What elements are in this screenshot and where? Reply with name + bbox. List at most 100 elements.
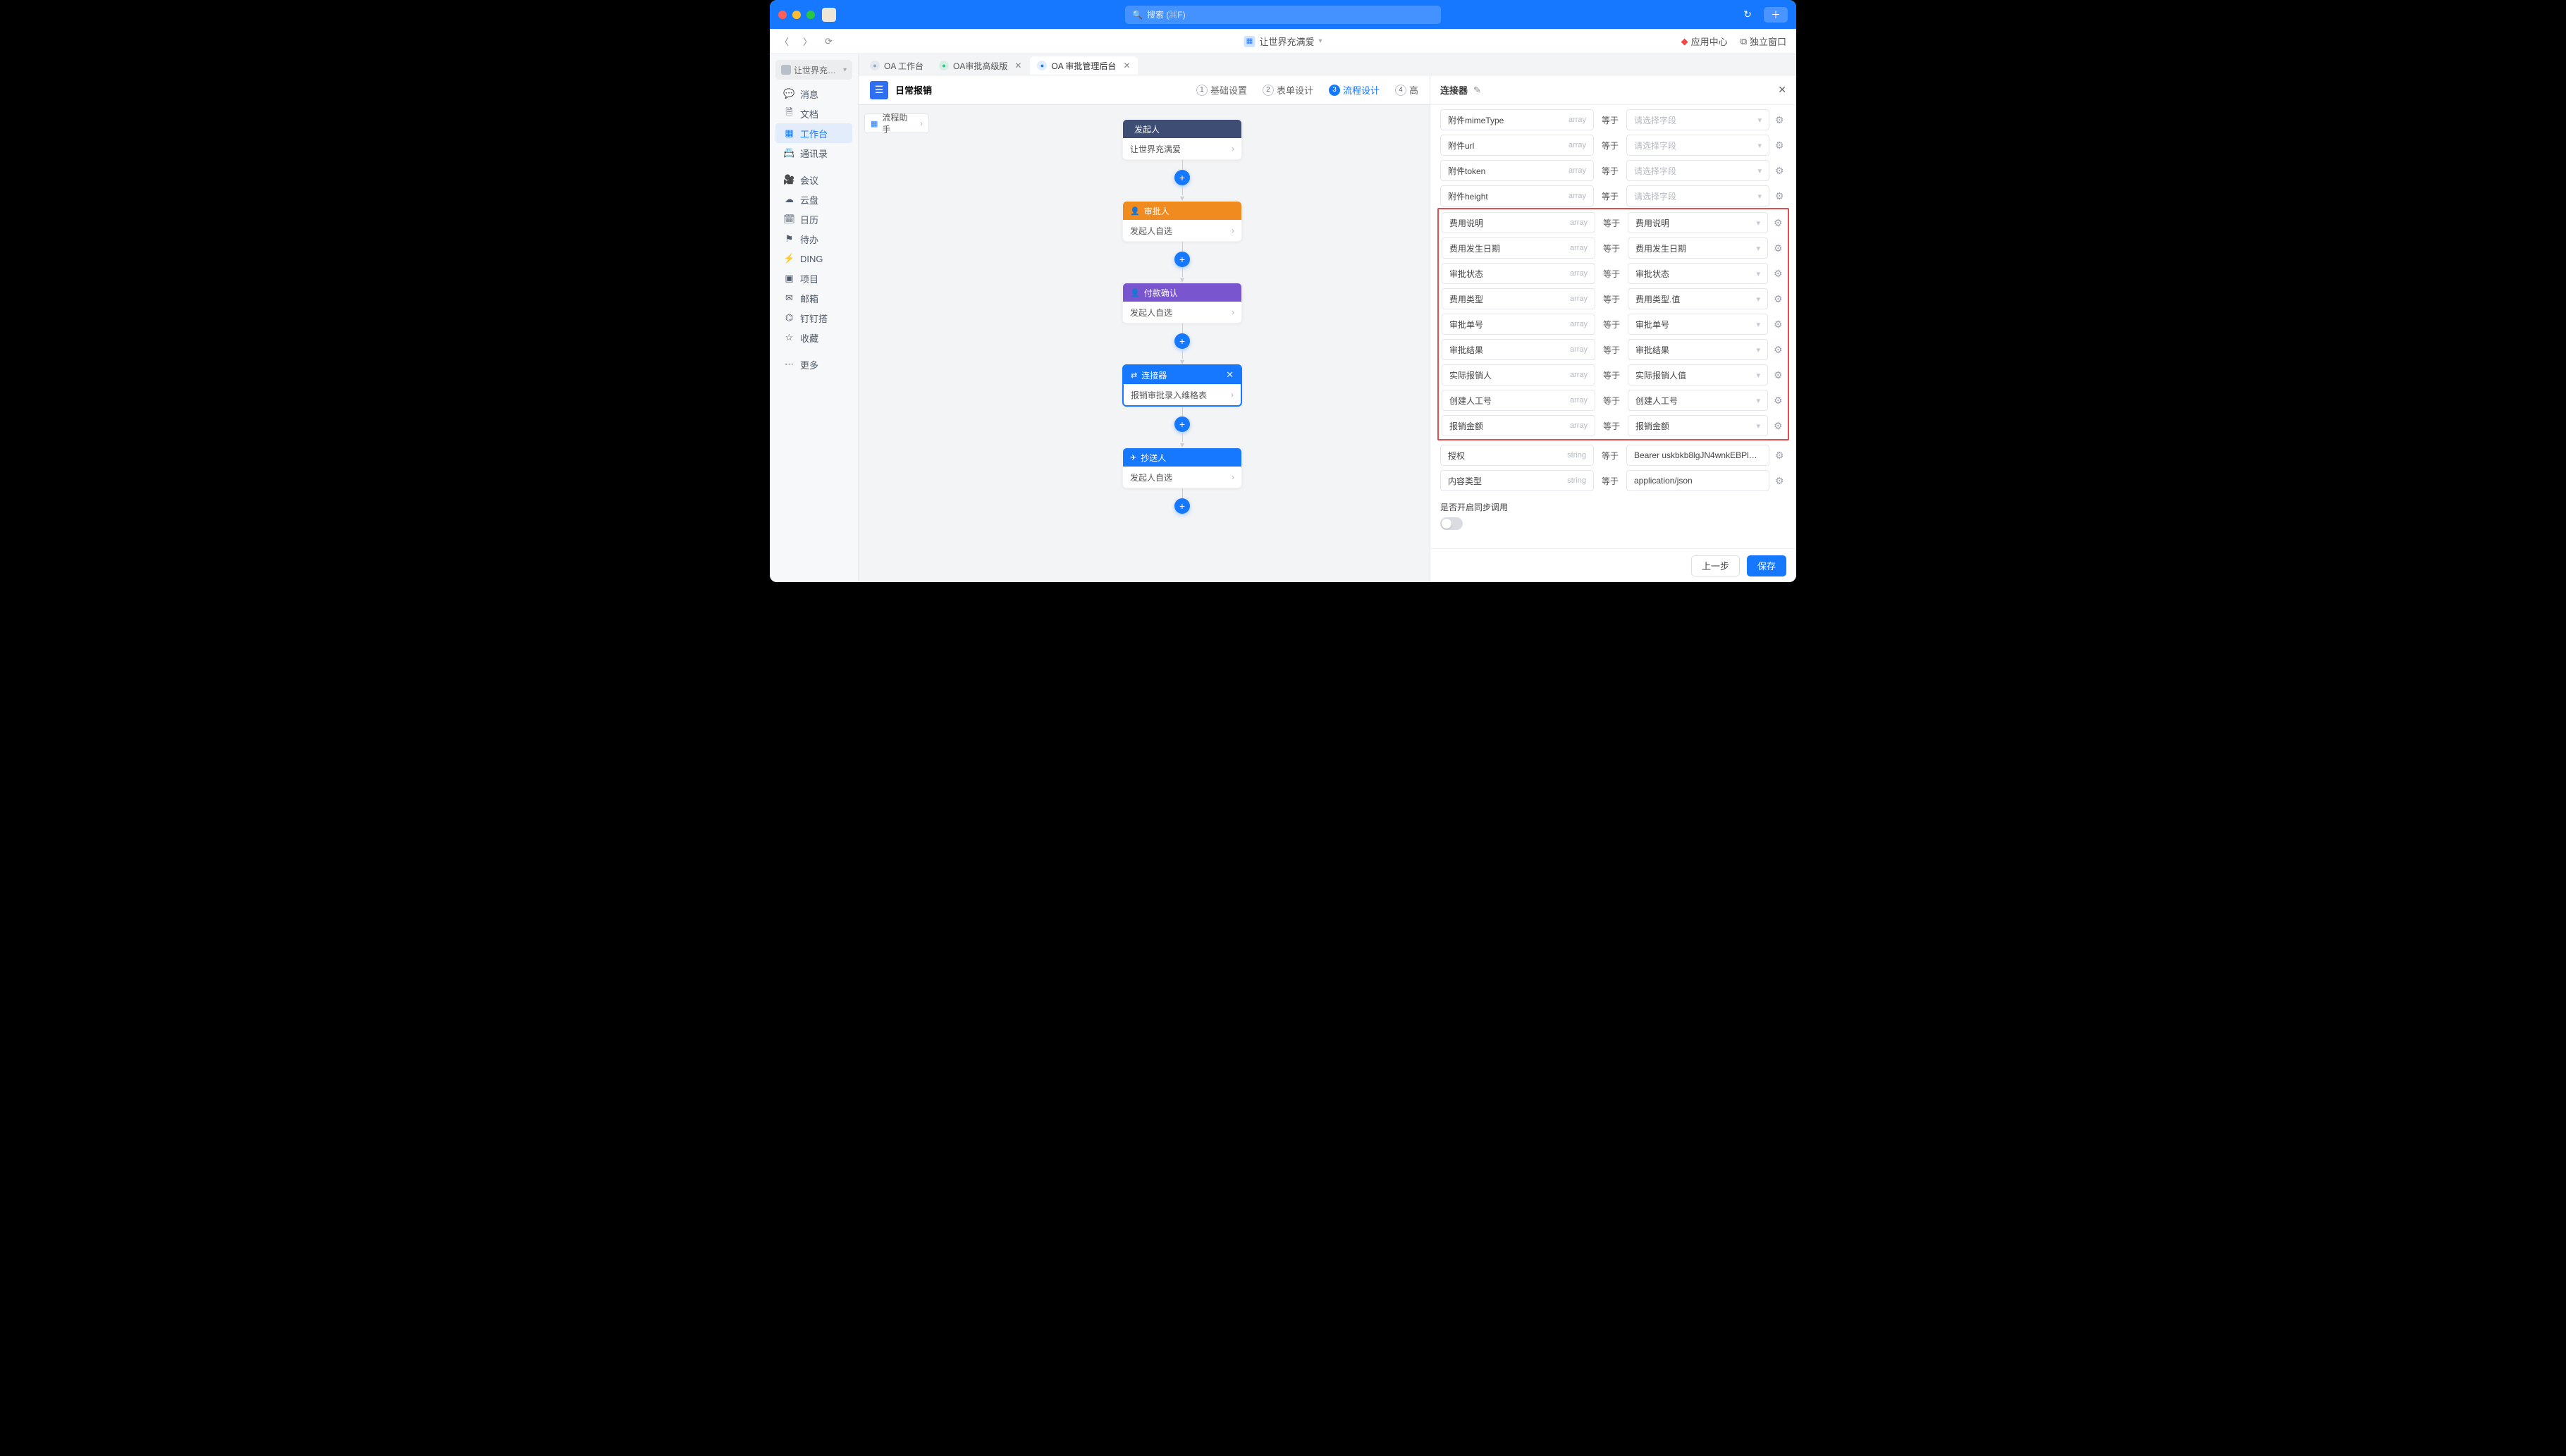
flow-helper-button[interactable]: ▦ 流程助手 › — [864, 113, 929, 133]
gear-icon[interactable]: ⚙ — [1775, 140, 1786, 152]
param-value-select[interactable]: 报销金额 ▾ — [1628, 415, 1768, 436]
param-name-field[interactable]: 授权 string — [1440, 445, 1594, 466]
param-value-select[interactable]: 审批状态 ▾ — [1628, 263, 1768, 284]
param-name-field[interactable]: 附件mimeType array — [1440, 109, 1594, 130]
wizard-step-1[interactable]: 2表单设计 — [1263, 83, 1313, 97]
sidebar-item-12[interactable]: ☆收藏 — [775, 328, 852, 347]
add-node-button[interactable]: + — [1174, 170, 1190, 185]
tab-0[interactable]: ●OA 工作台 — [863, 56, 931, 75]
param-name-field[interactable]: 附件token array — [1440, 160, 1594, 181]
save-button[interactable]: 保存 — [1747, 555, 1786, 576]
param-value-select[interactable]: 创建人工号 ▾ — [1628, 390, 1768, 411]
sync-toggle[interactable] — [1440, 517, 1463, 530]
gear-icon[interactable]: ⚙ — [1774, 217, 1785, 229]
sidebar-item-8[interactable]: ⚡DING — [775, 249, 852, 269]
param-value-select[interactable]: 请选择字段 ▾ — [1626, 109, 1769, 130]
org-selector[interactable]: 让世界充满爱 ▾ — [775, 60, 852, 80]
param-name-field[interactable]: 附件url array — [1440, 135, 1594, 156]
tab-1[interactable]: ●OA审批高级版✕ — [932, 56, 1029, 75]
gear-icon[interactable]: ⚙ — [1774, 242, 1785, 254]
node-close-icon[interactable]: ✕ — [1226, 369, 1234, 381]
param-value-select[interactable]: 请选择字段 ▾ — [1626, 160, 1769, 181]
gear-icon[interactable]: ⚙ — [1774, 319, 1785, 331]
sidebar-item-5[interactable]: ☁云盘 — [775, 190, 852, 209]
add-node-button[interactable]: + — [1174, 333, 1190, 349]
gear-icon[interactable]: ⚙ — [1775, 165, 1786, 177]
gear-icon[interactable]: ⚙ — [1774, 293, 1785, 305]
gear-icon[interactable]: ⚙ — [1774, 344, 1785, 356]
param-value-select[interactable]: 审批单号 ▾ — [1628, 314, 1768, 335]
param-name-field[interactable]: 实际报销人 array — [1442, 364, 1595, 385]
popout-link[interactable]: ⧉ 独立窗口 — [1741, 35, 1786, 48]
sidebar-item-7[interactable]: ⚑待办 — [775, 229, 852, 249]
param-value-select[interactable]: 实际报销人值 ▾ — [1628, 364, 1768, 385]
close-window-button[interactable] — [778, 11, 787, 19]
tab-close-icon[interactable]: ✕ — [1012, 61, 1021, 70]
param-value-select[interactable]: 审批结果 ▾ — [1628, 339, 1768, 360]
sidebar-item-icon: ☁ — [784, 194, 794, 205]
wizard-step-2[interactable]: 3流程设计 — [1329, 83, 1380, 97]
close-panel-button[interactable]: ✕ — [1778, 84, 1786, 96]
flow-node-3[interactable]: ⇄ 连接器 ✕ 报销审批录入维格表 › — [1122, 364, 1242, 407]
nav-back-button[interactable]: 〈 — [780, 35, 789, 48]
sidebar-item-2[interactable]: ▦工作台 — [775, 123, 852, 143]
gear-icon[interactable]: ⚙ — [1775, 450, 1786, 462]
add-node-button[interactable]: + — [1174, 498, 1190, 514]
gear-icon[interactable]: ⚙ — [1775, 114, 1786, 126]
param-value-select[interactable]: 费用发生日期 ▾ — [1628, 237, 1768, 259]
sidebar-item-10[interactable]: ✉邮箱 — [775, 288, 852, 308]
sidebar-item-4[interactable]: 🎥会议 — [775, 170, 852, 190]
param-value-select[interactable]: 费用类型.值 ▾ — [1628, 288, 1768, 309]
tab-close-icon[interactable]: ✕ — [1120, 61, 1130, 70]
page-title-dropdown-icon[interactable]: ▾ — [1318, 37, 1322, 45]
param-value-select[interactable]: 请选择字段 ▾ — [1626, 135, 1769, 156]
sidebar-item-13[interactable]: ⋯更多 — [775, 354, 852, 374]
add-node-button[interactable]: + — [1174, 417, 1190, 432]
param-name-field[interactable]: 审批状态 array — [1442, 263, 1595, 284]
param-name-field[interactable]: 审批单号 array — [1442, 314, 1595, 335]
maximize-window-button[interactable] — [806, 11, 815, 19]
gear-icon[interactable]: ⚙ — [1774, 420, 1785, 432]
param-value-select[interactable]: application/json — [1626, 470, 1769, 491]
edit-icon[interactable]: ✎ — [1473, 85, 1481, 96]
gear-icon[interactable]: ⚙ — [1774, 268, 1785, 280]
param-value-select[interactable]: 费用说明 ▾ — [1628, 212, 1768, 233]
flow-node-1[interactable]: 👤 审批人 发起人自选 › — [1122, 201, 1242, 242]
param-name-field[interactable]: 附件height array — [1440, 185, 1594, 206]
param-name-field[interactable]: 报销金额 array — [1442, 415, 1595, 436]
gear-icon[interactable]: ⚙ — [1775, 475, 1786, 487]
wizard-step-3[interactable]: 4高 — [1395, 83, 1418, 97]
param-name-field[interactable]: 费用说明 array — [1442, 212, 1595, 233]
history-icon[interactable]: ↻ — [1738, 7, 1757, 23]
wizard-step-0[interactable]: 1基础设置 — [1196, 83, 1247, 97]
refresh-button[interactable]: ⟳ — [825, 36, 833, 47]
param-name-field[interactable]: 创建人工号 array — [1442, 390, 1595, 411]
tab-2[interactable]: ●OA 审批管理后台✕ — [1030, 56, 1137, 75]
param-name-field[interactable]: 费用类型 array — [1442, 288, 1595, 309]
param-value-select[interactable]: 请选择字段 ▾ — [1626, 185, 1769, 206]
sidebar-item-3[interactable]: 📇通讯录 — [775, 143, 852, 163]
sidebar-item-1[interactable]: 🗎文档 — [775, 104, 852, 123]
minimize-window-button[interactable] — [792, 11, 801, 19]
sidebar-item-11[interactable]: ⌬钉钉搭 — [775, 308, 852, 328]
param-name-field[interactable]: 审批结果 array — [1442, 339, 1595, 360]
add-node-button[interactable]: + — [1174, 252, 1190, 267]
add-button[interactable]: ＋ — [1764, 7, 1788, 23]
flow-node-4[interactable]: ✈ 抄送人 发起人自选 › — [1122, 448, 1242, 488]
nav-forward-button[interactable]: 〉 — [803, 35, 812, 48]
param-value-select[interactable]: Bearer uskbkb8lgJN4wnkEBPlSqUp — [1626, 445, 1769, 466]
flow-node-0[interactable]: 发起人 让世界充满爱 › — [1122, 119, 1242, 160]
global-search-input[interactable]: 🔍 搜索 (⌘F) — [1125, 6, 1441, 24]
prev-step-button[interactable]: 上一步 — [1691, 555, 1740, 576]
gear-icon[interactable]: ⚙ — [1774, 395, 1785, 407]
flow-node-2[interactable]: 👤 付款确认 发起人自选 › — [1122, 283, 1242, 323]
app-center-link[interactable]: ◆ 应用中心 — [1681, 35, 1728, 48]
sidebar-item-0[interactable]: 💬消息 — [775, 84, 852, 104]
param-name-field[interactable]: 费用发生日期 array — [1442, 237, 1595, 259]
param-name-field[interactable]: 内容类型 string — [1440, 470, 1594, 491]
flow-canvas[interactable]: 发起人 让世界充满爱 › + ▾ 👤 审批人 发起人自选 › + ▾ 👤 付款确… — [935, 105, 1430, 582]
gear-icon[interactable]: ⚙ — [1775, 190, 1786, 202]
sidebar-item-9[interactable]: ▣项目 — [775, 269, 852, 288]
gear-icon[interactable]: ⚙ — [1774, 369, 1785, 381]
sidebar-item-6[interactable]: 🗓日历 — [775, 209, 852, 229]
